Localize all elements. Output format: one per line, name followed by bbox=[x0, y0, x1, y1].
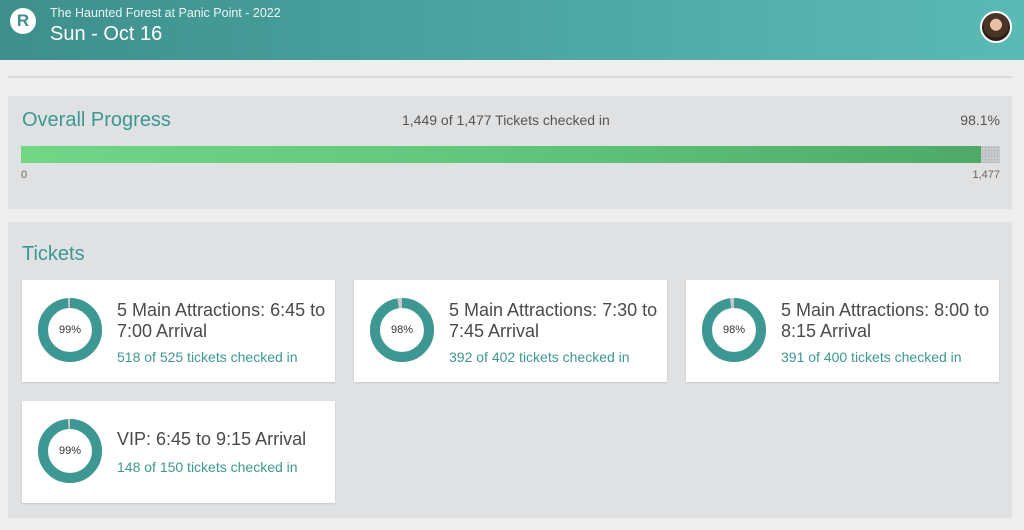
ticket-checkin-status: 518 of 525 tickets checked in bbox=[117, 349, 298, 365]
event-title: The Haunted Forest at Panic Point - 2022 bbox=[50, 6, 281, 20]
ticket-checkin-status: 391 of 400 tickets checked in bbox=[781, 349, 962, 365]
ticket-checkin-status: 392 of 402 tickets checked in bbox=[449, 349, 630, 365]
ticket-card[interactable]: 98% 5 Main Attractions: 7:30 to 7:45 Arr… bbox=[354, 280, 667, 382]
overall-progress-percent: 98.1% bbox=[960, 112, 1000, 128]
ticket-card[interactable]: 99% 5 Main Attractions: 6:45 to 7:00 Arr… bbox=[22, 280, 335, 382]
ticket-name: 5 Main Attractions: 6:45 to 7:00 Arrival bbox=[117, 300, 326, 341]
event-date: Sun - Oct 16 bbox=[50, 23, 163, 45]
app-header: R The Haunted Forest at Panic Point - 20… bbox=[0, 0, 1024, 60]
progress-bar-max-label: 1,477 bbox=[972, 169, 1000, 181]
tickets-title: Tickets bbox=[22, 243, 85, 265]
ticket-percent: 98% bbox=[722, 324, 746, 336]
user-avatar-icon[interactable] bbox=[980, 11, 1012, 43]
app-logo-icon[interactable]: R bbox=[10, 8, 36, 34]
ticket-card[interactable]: 99% VIP: 6:45 to 9:15 Arrival 148 of 150… bbox=[22, 401, 335, 503]
overall-progress-title: Overall Progress bbox=[22, 109, 171, 131]
ticket-percent: 99% bbox=[58, 324, 82, 336]
ticket-percent: 98% bbox=[390, 324, 414, 336]
ticket-checkin-status: 148 of 150 tickets checked in bbox=[117, 459, 298, 475]
header-divider bbox=[8, 76, 1012, 78]
ticket-card[interactable]: 98% 5 Main Attractions: 8:00 to 8:15 Arr… bbox=[686, 280, 999, 382]
overall-progress-bar bbox=[21, 146, 1000, 163]
ticket-name: 5 Main Attractions: 8:00 to 8:15 Arrival bbox=[781, 300, 990, 341]
progress-bar-min-label: 0 bbox=[21, 169, 28, 181]
overall-progress-summary: 1,449 of 1,477 Tickets checked in bbox=[402, 112, 610, 128]
tickets-panel: Tickets 99% 5 Main Attractions: 6:45 to … bbox=[8, 222, 1012, 518]
ticket-percent: 99% bbox=[58, 445, 82, 457]
overall-progress-panel: Overall Progress 1,449 of 1,477 Tickets … bbox=[8, 96, 1012, 209]
ticket-name: VIP: 6:45 to 9:15 Arrival bbox=[117, 429, 307, 449]
overall-progress-fill bbox=[21, 146, 982, 163]
ticket-name: 5 Main Attractions: 7:30 to 7:45 Arrival bbox=[449, 300, 658, 341]
